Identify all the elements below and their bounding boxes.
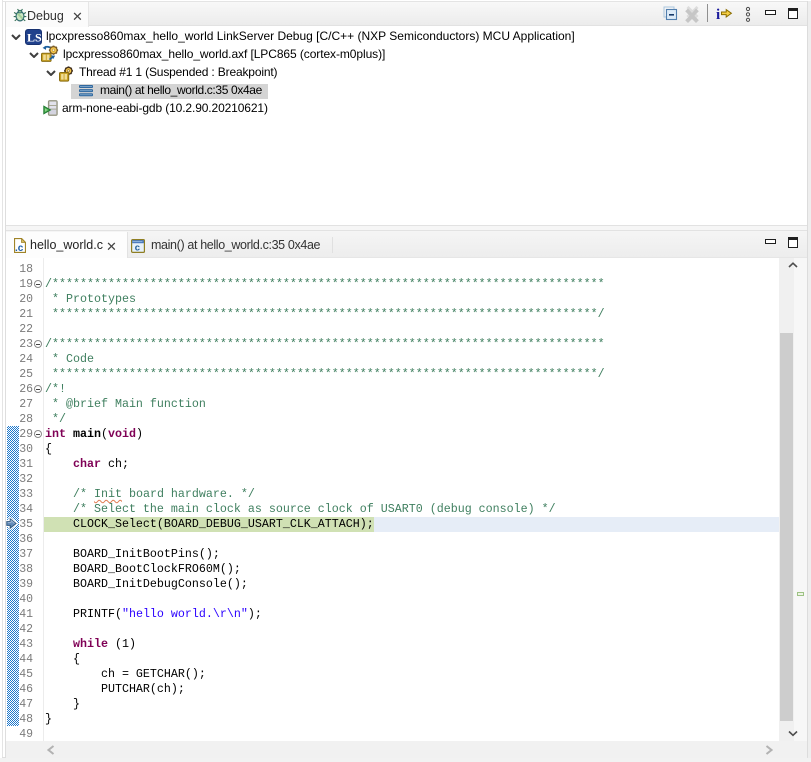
svg-text:i: i <box>716 7 720 21</box>
svg-text:c: c <box>135 243 140 254</box>
svg-text:.c: .c <box>15 243 24 253</box>
svg-text:LS: LS <box>27 31 42 45</box>
